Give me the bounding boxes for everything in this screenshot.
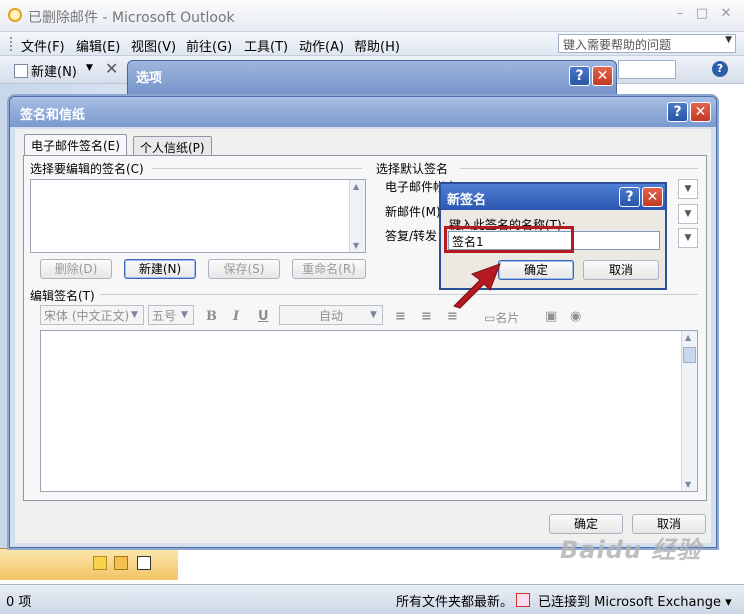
- help-search-placeholder: 键入需要帮助的问题: [563, 38, 672, 52]
- save-signature-button[interactable]: 保存(S): [208, 259, 280, 279]
- signature-list[interactable]: ▲ ▼: [30, 179, 366, 253]
- new-button[interactable]: 新建(N): [14, 61, 77, 80]
- menu-help[interactable]: 帮助(H): [354, 36, 400, 55]
- new-signature-ok-button[interactable]: 确定: [498, 260, 574, 280]
- close-window-button[interactable]: ✕: [716, 6, 736, 21]
- font-color-select[interactable]: 自动 ▼: [279, 305, 383, 325]
- new-signature-caption: 新签名 ? ✕: [441, 184, 665, 210]
- folder-icon[interactable]: [114, 556, 128, 570]
- font-size-select[interactable]: 五号 ▼: [148, 305, 194, 325]
- outlook-titlebar: 已删除邮件 - Microsoft Outlook – □ ✕: [0, 0, 744, 32]
- options-help-button[interactable]: ?: [569, 66, 590, 86]
- menu-tools[interactable]: 工具(T): [244, 36, 288, 55]
- signature-list-scrollbar[interactable]: ▲ ▼: [349, 180, 365, 252]
- underline-icon[interactable]: U: [258, 309, 269, 324]
- navigation-shortcut-bar: [0, 548, 178, 580]
- bold-icon[interactable]: B: [206, 309, 217, 324]
- business-card-label: 名片: [495, 311, 520, 325]
- tab-email-signature[interactable]: 电子邮件签名(E): [24, 134, 127, 156]
- signatures-dialog-caption: 签名和信纸 ? ✕: [10, 97, 716, 127]
- align-center-icon[interactable]: ≡: [421, 309, 432, 324]
- italic-icon[interactable]: I: [233, 309, 239, 324]
- new-messages-dropdown[interactable]: ▼: [678, 204, 698, 224]
- sync-status: 所有文件夹都最新。: [396, 595, 514, 610]
- font-select-value: 宋体 (中文正文): [44, 309, 130, 323]
- new-signature-cancel-button[interactable]: 取消: [583, 260, 659, 280]
- signature-editor-scrollbar[interactable]: ▲ ▼: [681, 331, 697, 491]
- font-select[interactable]: 宋体 (中文正文) ▼: [40, 305, 144, 325]
- annotation-highlight-box: [444, 226, 574, 253]
- window-title: 已删除邮件 - Microsoft Outlook: [28, 10, 235, 26]
- menu-view[interactable]: 视图(V): [131, 36, 176, 55]
- divider: [100, 294, 698, 295]
- options-dialog: 选项 ? ✕: [127, 60, 617, 100]
- rename-signature-button[interactable]: 重命名(R): [292, 259, 366, 279]
- toolbar-dropdown[interactable]: [618, 60, 676, 79]
- outlook-app-icon: [8, 8, 22, 22]
- watermark: Baidu 经验: [560, 536, 702, 564]
- new-button-label: 新建(N): [31, 65, 77, 80]
- chevron-down-icon: ▼: [131, 310, 138, 320]
- scroll-down-icon[interactable]: ▼: [685, 480, 691, 489]
- business-card-icon: ▭: [484, 311, 496, 325]
- replies-dropdown[interactable]: ▼: [678, 228, 698, 248]
- status-bar: 0 项 所有文件夹都最新。 已连接到 Microsoft Exchange ▾: [0, 584, 744, 614]
- font-color-value: 自动: [318, 309, 343, 323]
- help-search-input[interactable]: 键入需要帮助的问题 ▼: [558, 34, 736, 53]
- insert-picture-icon[interactable]: ▣: [545, 309, 557, 324]
- help-icon[interactable]: ?: [712, 61, 728, 77]
- delete-signature-button[interactable]: 删除(D): [40, 259, 112, 279]
- chevron-down-icon: ▼: [370, 310, 377, 320]
- signatures-help-button[interactable]: ?: [667, 102, 688, 122]
- scroll-thumb[interactable]: [683, 347, 696, 363]
- chevron-down-icon: ▼: [181, 310, 188, 320]
- select-signature-label: 选择要编辑的签名(C): [30, 162, 144, 176]
- new-signature-button[interactable]: 新建(N): [124, 259, 196, 279]
- new-signature-help-button[interactable]: ?: [619, 187, 640, 207]
- menu-go[interactable]: 前往(G): [186, 36, 232, 55]
- exchange-status-icon: [516, 593, 530, 607]
- menu-bar: 文件(F) 编辑(E) 视图(V) 前往(G) 工具(T) 动作(A) 帮助(H…: [0, 32, 744, 56]
- options-dialog-title: 选项: [136, 71, 163, 86]
- note-icon[interactable]: [93, 556, 107, 570]
- toolbar-grip-icon[interactable]: [10, 37, 13, 51]
- options-close-button[interactable]: ✕: [592, 66, 613, 86]
- new-messages-label: 新邮件(M): [385, 205, 441, 219]
- signatures-dialog-title: 签名和信纸: [20, 108, 86, 123]
- scroll-up-icon[interactable]: ▲: [353, 182, 359, 191]
- divider: [460, 168, 698, 169]
- signatures-close-button[interactable]: ✕: [690, 102, 711, 122]
- scroll-down-icon[interactable]: ▼: [353, 241, 359, 250]
- maximize-button[interactable]: □: [692, 6, 712, 21]
- tab-personal-stationery[interactable]: 个人信纸(P): [133, 136, 212, 156]
- annotation-arrow-icon: [453, 263, 501, 309]
- item-count: 0 项: [6, 595, 32, 610]
- font-size-value: 五号: [152, 309, 177, 323]
- minimize-button[interactable]: –: [670, 6, 690, 21]
- menu-file[interactable]: 文件(F): [21, 36, 65, 55]
- replies-forwards-label: 答复/转发: [385, 229, 438, 243]
- insert-hyperlink-icon[interactable]: ◉: [570, 309, 581, 324]
- default-signature-label: 选择默认签名: [376, 162, 449, 176]
- shortcut-icon[interactable]: [137, 556, 151, 570]
- menu-actions[interactable]: 动作(A): [299, 36, 344, 55]
- connection-status[interactable]: 已连接到 Microsoft Exchange ▾: [538, 591, 732, 610]
- business-card-button[interactable]: ▭名片: [484, 309, 519, 326]
- new-dropdown-arrow-icon[interactable]: ▼: [86, 63, 93, 73]
- delete-icon[interactable]: ✕: [105, 59, 118, 78]
- chevron-down-icon[interactable]: ▼: [725, 35, 732, 45]
- align-right-icon[interactable]: ≡: [447, 309, 458, 324]
- align-left-icon[interactable]: ≡: [395, 309, 406, 324]
- email-account-dropdown[interactable]: ▼: [678, 179, 698, 199]
- new-item-icon: [14, 64, 28, 78]
- menu-edit[interactable]: 编辑(E): [76, 36, 120, 55]
- scroll-up-icon[interactable]: ▲: [685, 333, 691, 342]
- new-signature-close-button[interactable]: ✕: [642, 187, 663, 207]
- divider: [152, 168, 362, 169]
- new-signature-title: 新签名: [447, 193, 487, 208]
- signature-editor[interactable]: ▲ ▼: [40, 330, 698, 492]
- edit-signature-label: 编辑签名(T): [30, 289, 95, 303]
